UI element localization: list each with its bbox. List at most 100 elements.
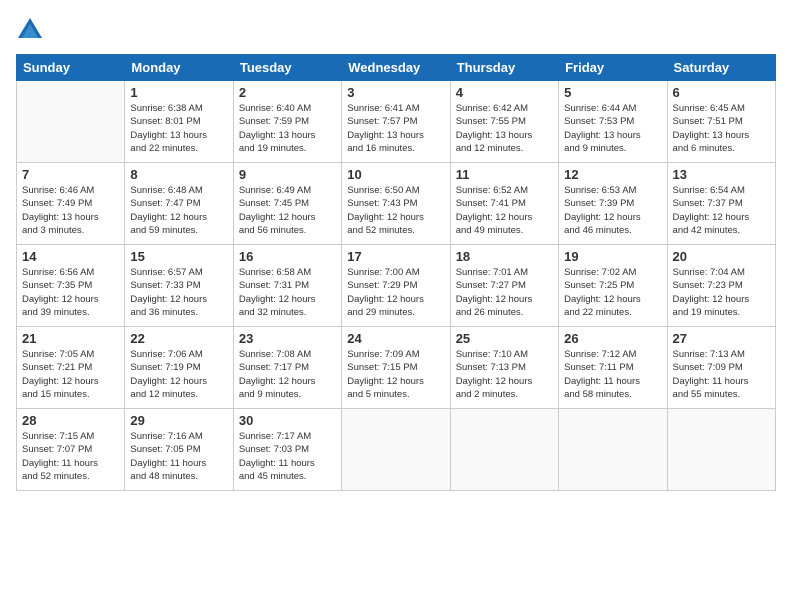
day-number: 17 <box>347 249 444 264</box>
weekday-header-row: SundayMondayTuesdayWednesdayThursdayFrid… <box>17 55 776 81</box>
calendar-cell: 17 Sunrise: 7:00 AM Sunset: 7:29 PM Dayli… <box>342 245 450 327</box>
logo-icon <box>16 16 44 44</box>
day-info: Sunrise: 6:40 AM Sunset: 7:59 PM Dayligh… <box>239 102 336 155</box>
day-info: Sunrise: 6:50 AM Sunset: 7:43 PM Dayligh… <box>347 184 444 237</box>
weekday-header-wednesday: Wednesday <box>342 55 450 81</box>
calendar-cell: 30 Sunrise: 7:17 AM Sunset: 7:03 PM Dayli… <box>233 409 341 491</box>
calendar-cell: 19 Sunrise: 7:02 AM Sunset: 7:25 PM Dayli… <box>559 245 667 327</box>
day-number: 16 <box>239 249 336 264</box>
logo <box>16 16 48 44</box>
day-number: 13 <box>673 167 770 182</box>
day-number: 6 <box>673 85 770 100</box>
day-number: 27 <box>673 331 770 346</box>
calendar-cell: 22 Sunrise: 7:06 AM Sunset: 7:19 PM Dayli… <box>125 327 233 409</box>
day-info: Sunrise: 6:49 AM Sunset: 7:45 PM Dayligh… <box>239 184 336 237</box>
weekday-header-monday: Monday <box>125 55 233 81</box>
weekday-header-thursday: Thursday <box>450 55 558 81</box>
header <box>16 16 776 44</box>
day-number: 12 <box>564 167 661 182</box>
day-info: Sunrise: 7:08 AM Sunset: 7:17 PM Dayligh… <box>239 348 336 401</box>
day-info: Sunrise: 7:12 AM Sunset: 7:11 PM Dayligh… <box>564 348 661 401</box>
calendar-cell: 5 Sunrise: 6:44 AM Sunset: 7:53 PM Daylig… <box>559 81 667 163</box>
day-info: Sunrise: 7:09 AM Sunset: 7:15 PM Dayligh… <box>347 348 444 401</box>
day-info: Sunrise: 6:57 AM Sunset: 7:33 PM Dayligh… <box>130 266 227 319</box>
calendar-cell <box>450 409 558 491</box>
day-number: 14 <box>22 249 119 264</box>
day-info: Sunrise: 6:53 AM Sunset: 7:39 PM Dayligh… <box>564 184 661 237</box>
calendar-cell: 3 Sunrise: 6:41 AM Sunset: 7:57 PM Daylig… <box>342 81 450 163</box>
calendar-cell: 16Sunrise: 6:58 AM Sunset: 7:31 PM Dayli… <box>233 245 341 327</box>
day-info: Sunrise: 7:16 AM Sunset: 7:05 PM Dayligh… <box>130 430 227 483</box>
calendar-cell: 12 Sunrise: 6:53 AM Sunset: 7:39 PM Dayli… <box>559 163 667 245</box>
weekday-header-friday: Friday <box>559 55 667 81</box>
day-number: 3 <box>347 85 444 100</box>
page: SundayMondayTuesdayWednesdayThursdayFrid… <box>0 0 792 612</box>
day-number: 2 <box>239 85 336 100</box>
day-number: 20 <box>673 249 770 264</box>
calendar-cell: 7 Sunrise: 6:46 AM Sunset: 7:49 PM Daylig… <box>17 163 125 245</box>
day-number: 4 <box>456 85 553 100</box>
calendar-cell: 26 Sunrise: 7:12 AM Sunset: 7:11 PM Dayli… <box>559 327 667 409</box>
day-info: Sunrise: 6:46 AM Sunset: 7:49 PM Dayligh… <box>22 184 119 237</box>
day-info: Sunrise: 6:54 AM Sunset: 7:37 PM Dayligh… <box>673 184 770 237</box>
day-info: Sunrise: 6:52 AM Sunset: 7:41 PM Dayligh… <box>456 184 553 237</box>
day-number: 7 <box>22 167 119 182</box>
day-info: Sunrise: 7:06 AM Sunset: 7:19 PM Dayligh… <box>130 348 227 401</box>
calendar-cell: 15 Sunrise: 6:57 AM Sunset: 7:33 PM Dayli… <box>125 245 233 327</box>
week-row-3: 14Sunrise: 6:56 AM Sunset: 7:35 PM Dayli… <box>17 245 776 327</box>
day-number: 1 <box>130 85 227 100</box>
day-info: Sunrise: 7:17 AM Sunset: 7:03 PM Dayligh… <box>239 430 336 483</box>
calendar-cell <box>667 409 775 491</box>
calendar-cell: 23Sunrise: 7:08 AM Sunset: 7:17 PM Dayli… <box>233 327 341 409</box>
calendar-cell: 20Sunrise: 7:04 AM Sunset: 7:23 PM Dayli… <box>667 245 775 327</box>
calendar-cell: 29 Sunrise: 7:16 AM Sunset: 7:05 PM Dayli… <box>125 409 233 491</box>
day-number: 19 <box>564 249 661 264</box>
calendar-cell <box>342 409 450 491</box>
day-number: 24 <box>347 331 444 346</box>
calendar-cell: 18Sunrise: 7:01 AM Sunset: 7:27 PM Dayli… <box>450 245 558 327</box>
day-info: Sunrise: 7:15 AM Sunset: 7:07 PM Dayligh… <box>22 430 119 483</box>
calendar-cell: 24 Sunrise: 7:09 AM Sunset: 7:15 PM Dayli… <box>342 327 450 409</box>
calendar-cell: 4 Sunrise: 6:42 AM Sunset: 7:55 PM Daylig… <box>450 81 558 163</box>
day-number: 15 <box>130 249 227 264</box>
calendar-cell <box>559 409 667 491</box>
day-info: Sunrise: 6:38 AM Sunset: 8:01 PM Dayligh… <box>130 102 227 155</box>
weekday-header-sunday: Sunday <box>17 55 125 81</box>
calendar-cell <box>17 81 125 163</box>
day-info: Sunrise: 6:41 AM Sunset: 7:57 PM Dayligh… <box>347 102 444 155</box>
day-number: 25 <box>456 331 553 346</box>
calendar-cell: 25 Sunrise: 7:10 AM Sunset: 7:13 PM Dayli… <box>450 327 558 409</box>
day-number: 5 <box>564 85 661 100</box>
calendar-table: SundayMondayTuesdayWednesdayThursdayFrid… <box>16 54 776 491</box>
day-number: 26 <box>564 331 661 346</box>
day-info: Sunrise: 7:05 AM Sunset: 7:21 PM Dayligh… <box>22 348 119 401</box>
day-info: Sunrise: 6:42 AM Sunset: 7:55 PM Dayligh… <box>456 102 553 155</box>
day-info: Sunrise: 6:48 AM Sunset: 7:47 PM Dayligh… <box>130 184 227 237</box>
calendar-cell: 2 Sunrise: 6:40 AM Sunset: 7:59 PM Daylig… <box>233 81 341 163</box>
day-info: Sunrise: 6:44 AM Sunset: 7:53 PM Dayligh… <box>564 102 661 155</box>
calendar-cell: 1 Sunrise: 6:38 AM Sunset: 8:01 PM Daylig… <box>125 81 233 163</box>
day-number: 10 <box>347 167 444 182</box>
calendar-cell: 9 Sunrise: 6:49 AM Sunset: 7:45 PM Daylig… <box>233 163 341 245</box>
calendar-cell: 13 Sunrise: 6:54 AM Sunset: 7:37 PM Dayli… <box>667 163 775 245</box>
day-info: Sunrise: 7:10 AM Sunset: 7:13 PM Dayligh… <box>456 348 553 401</box>
day-info: Sunrise: 7:00 AM Sunset: 7:29 PM Dayligh… <box>347 266 444 319</box>
calendar-cell: 21 Sunrise: 7:05 AM Sunset: 7:21 PM Dayli… <box>17 327 125 409</box>
day-number: 28 <box>22 413 119 428</box>
day-number: 22 <box>130 331 227 346</box>
day-number: 9 <box>239 167 336 182</box>
day-info: Sunrise: 7:01 AM Sunset: 7:27 PM Dayligh… <box>456 266 553 319</box>
day-number: 11 <box>456 167 553 182</box>
calendar-cell: 14Sunrise: 6:56 AM Sunset: 7:35 PM Dayli… <box>17 245 125 327</box>
calendar-cell: 11 Sunrise: 6:52 AM Sunset: 7:41 PM Dayli… <box>450 163 558 245</box>
day-number: 21 <box>22 331 119 346</box>
weekday-header-tuesday: Tuesday <box>233 55 341 81</box>
day-info: Sunrise: 7:02 AM Sunset: 7:25 PM Dayligh… <box>564 266 661 319</box>
calendar-cell: 28 Sunrise: 7:15 AM Sunset: 7:07 PM Dayli… <box>17 409 125 491</box>
day-number: 29 <box>130 413 227 428</box>
calendar-cell: 6 Sunrise: 6:45 AM Sunset: 7:51 PM Daylig… <box>667 81 775 163</box>
calendar-cell: 8Sunrise: 6:48 AM Sunset: 7:47 PM Daylig… <box>125 163 233 245</box>
day-info: Sunrise: 6:45 AM Sunset: 7:51 PM Dayligh… <box>673 102 770 155</box>
day-number: 30 <box>239 413 336 428</box>
week-row-1: 1 Sunrise: 6:38 AM Sunset: 8:01 PM Daylig… <box>17 81 776 163</box>
